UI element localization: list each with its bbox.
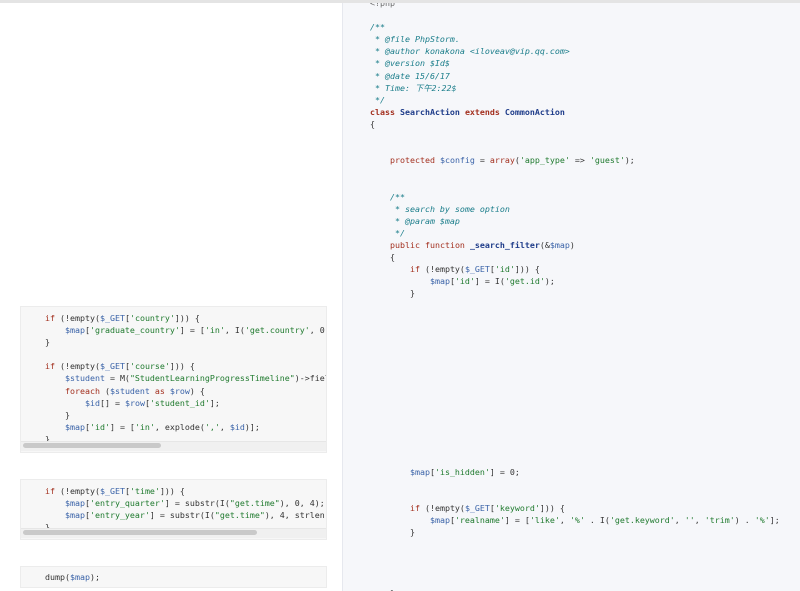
code-line: * @author konakona <iloveav@vip.qq.com>	[370, 46, 570, 57]
code-line: * @date 15/6/17	[370, 70, 450, 81]
code-line: }	[370, 288, 415, 299]
code-line: * @file PhpStorm.	[370, 34, 460, 45]
code-line: dump($map);	[45, 572, 100, 582]
code-line: protected $config = array('app_type' => …	[389, 155, 635, 166]
code-block-class-header: <?php /** * @file PhpStorm. * @author ko…	[370, 3, 635, 299]
code-line: if (!empty($_GET['country'])) {	[45, 313, 200, 323]
code-line: public function _search_filter(&$map)	[389, 239, 575, 250]
code-snippet-dump[interactable]: dump($map);	[20, 566, 327, 588]
code-line: }	[45, 409, 70, 420]
code-line: $map['entry_year'] = substr(I("get.time"…	[64, 510, 326, 521]
code-block-filter-body: $map['is_hidden'] = 0; if (!empty($_GET[…	[370, 466, 780, 591]
code-line: * @version $Id$	[370, 58, 450, 69]
code-line: if (!empty($_GET['id'])) {	[409, 264, 540, 275]
code-line: */	[370, 227, 405, 238]
code-line: /**	[370, 191, 405, 202]
code-viewer-pane[interactable]: <?php /** * @file PhpStorm. * @author ko…	[342, 3, 800, 591]
code-line: $map['entry_quarter'] = substr(I("get.ti…	[64, 498, 325, 509]
code-line: }	[370, 527, 415, 538]
code-snippet-country-course[interactable]: if (!empty($_GET['country'])) { $map['gr…	[20, 306, 327, 453]
code-line: {	[370, 118, 375, 129]
code-line: }	[370, 587, 780, 591]
code-line: $map['id'] = ['in', explode(',', $id)];	[64, 421, 260, 432]
code-line: $map['id'] = I('get.id');	[429, 276, 555, 287]
code-block: if (!empty($_GET['time'])) { $map['entry…	[45, 485, 326, 533]
code-line: /**	[370, 22, 385, 33]
code-line: * Time: 下午2:22$	[370, 82, 457, 93]
code-line: $student = M("StudentLearningProgressTim…	[64, 373, 326, 384]
code-line: * @param $map	[370, 215, 460, 226]
horizontal-scrollbar-thumb[interactable]	[23, 530, 257, 535]
code-block: if (!empty($_GET['country'])) { $map['gr…	[45, 312, 326, 445]
horizontal-scrollbar-thumb[interactable]	[23, 443, 161, 448]
code-line: }	[45, 337, 50, 348]
code-line: if (!empty($_GET['course'])) {	[45, 361, 195, 372]
code-line: $id[] = $row['student_id'];	[84, 397, 220, 408]
code-line: class SearchAction extends CommonAction	[370, 106, 565, 117]
code-line: if (!empty($_GET['time'])) {	[45, 486, 185, 496]
code-line: */	[370, 94, 385, 105]
code-line: {	[370, 251, 395, 262]
code-block: dump($map);	[45, 571, 100, 583]
code-snippet-time[interactable]: if (!empty($_GET['time'])) { $map['entry…	[20, 479, 327, 540]
code-line: if (!empty($_GET['keyword'])) {	[409, 503, 565, 514]
code-line: $map['realname'] = ['like', '%' . I('get…	[429, 515, 780, 526]
code-line: $map['graduate_country'] = ['in', I('get…	[64, 325, 326, 336]
code-line: $map['is_hidden'] = 0;	[409, 467, 520, 477]
code-line: * search by some option	[370, 203, 510, 214]
code-line: foreach ($student as $row) {	[64, 385, 205, 396]
